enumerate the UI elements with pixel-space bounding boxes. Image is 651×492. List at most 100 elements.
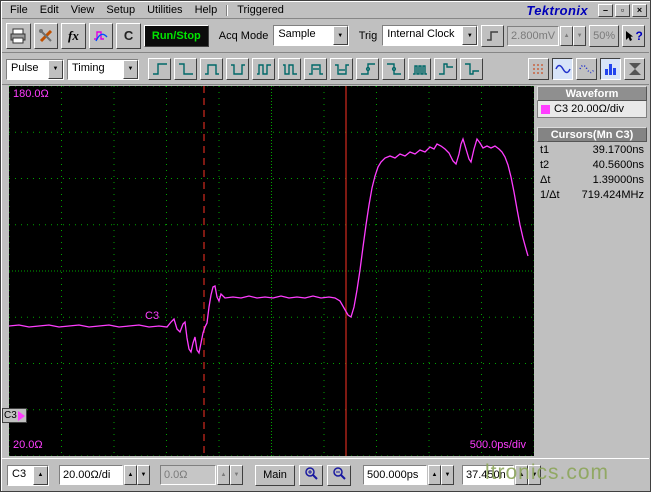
period-icon xyxy=(256,64,271,75)
minimize-button[interactable]: – xyxy=(598,3,613,17)
c3-waveform-trace[interactable] xyxy=(9,137,529,355)
display-colors-button[interactable] xyxy=(88,22,114,49)
positive-width-button[interactable] xyxy=(200,58,223,80)
spin-up-icon[interactable]: ▲ xyxy=(124,465,137,485)
rise-time-button[interactable] xyxy=(148,58,171,80)
trigger-slope-button[interactable] xyxy=(481,24,505,47)
trigger-level-value[interactable]: 2.800mV xyxy=(507,25,560,46)
negative-overshoot-icon xyxy=(464,63,479,75)
frequency-icon xyxy=(282,64,297,75)
persistence-display-button[interactable] xyxy=(576,58,597,80)
menu-setup[interactable]: Setup xyxy=(100,3,141,17)
tektronix-logo: Tektronix xyxy=(526,2,588,18)
negative-crossing-button[interactable] xyxy=(382,58,405,80)
help-button[interactable]: ? xyxy=(622,24,645,47)
zoom-in-button[interactable] xyxy=(299,464,323,486)
vertical-scale-control: 20.00Ω/di ▲ ▼ xyxy=(59,465,150,485)
close-button[interactable]: × xyxy=(632,3,647,17)
zoom-out-button[interactable] xyxy=(327,464,351,486)
menu-view[interactable]: View xyxy=(65,3,101,17)
measurement-group-select[interactable]: Timing ▼ xyxy=(67,58,139,80)
waveform-list-item[interactable]: C3 20.00Ω/div xyxy=(537,101,647,118)
fx-icon: fx xyxy=(68,27,79,43)
zoom-in-icon xyxy=(305,467,318,480)
histogram-icon xyxy=(604,64,616,75)
spin-down-icon[interactable]: ▼ xyxy=(230,465,243,485)
cursors-button[interactable]: C xyxy=(116,22,141,49)
math-button[interactable]: fx xyxy=(61,22,86,49)
vertical-max-label: 180.0Ω xyxy=(13,88,49,100)
spin-up-icon[interactable]: ▲ xyxy=(560,25,574,46)
menu-utilities[interactable]: Utilities xyxy=(141,3,188,17)
positive-duty-button[interactable] xyxy=(304,58,327,80)
spin-up-icon[interactable]: ▲ xyxy=(515,465,528,485)
c-icon: C xyxy=(123,28,134,43)
spin-down-icon[interactable]: ▼ xyxy=(573,25,587,46)
trigger-level-spinner: ▲ ▼ xyxy=(560,25,587,46)
negative-overshoot-button[interactable] xyxy=(460,58,483,80)
trigger-source-select[interactable]: Internal Clock ▼ xyxy=(382,25,479,46)
zoom-out-icon xyxy=(333,467,346,480)
spin-down-icon[interactable]: ▼ xyxy=(137,465,150,485)
dots-display-icon xyxy=(532,64,545,74)
fall-time-icon xyxy=(178,63,193,75)
mask-test-icon xyxy=(628,63,641,75)
period-button[interactable] xyxy=(252,58,275,80)
chevron-down-icon: ▼ xyxy=(123,59,138,79)
trigger-slope-icon xyxy=(487,30,499,41)
histogram-button[interactable] xyxy=(600,58,621,80)
trigger-level-control: 2.800mV ▲ ▼ xyxy=(507,25,587,46)
readout-t1: t1 39.1700ns xyxy=(537,142,647,157)
readout-delta-t: Δt 1.39000ns xyxy=(537,172,647,187)
menu-help[interactable]: Help xyxy=(189,3,224,17)
question-mark-icon: ? xyxy=(635,28,643,43)
menu-edit[interactable]: Edit xyxy=(34,3,65,17)
channel-marker[interactable]: C3 xyxy=(2,408,27,423)
spin-down-icon[interactable]: ▼ xyxy=(528,465,541,485)
print-button[interactable] xyxy=(6,22,31,49)
horizontal-scale-value[interactable]: 500.000ps xyxy=(363,465,427,485)
acq-mode-label: Acq Mode xyxy=(218,29,269,42)
negative-width-button[interactable] xyxy=(226,58,249,80)
positive-crossing-button[interactable] xyxy=(356,58,379,80)
main-timebase-button[interactable]: Main xyxy=(255,464,295,486)
vertical-scale-value[interactable]: 20.00Ω/di xyxy=(59,465,123,485)
run-stop-button[interactable]: Run/Stop xyxy=(143,24,209,47)
burst-width-button[interactable] xyxy=(408,58,431,80)
set-50-button[interactable]: 50% xyxy=(589,24,620,47)
spin-up-icon[interactable]: ▲ xyxy=(428,465,441,485)
negative-duty-button[interactable] xyxy=(330,58,353,80)
waveform-entry-label: C3 20.00Ω/div xyxy=(554,103,624,115)
measurement-category-select[interactable]: Pulse ▼ xyxy=(6,58,64,80)
vertical-min-label: 20.0Ω xyxy=(13,439,43,451)
horizontal-position-value[interactable]: 37.450n xyxy=(462,465,514,485)
measurement-group-value: Timing xyxy=(68,59,123,79)
fall-time-button[interactable] xyxy=(174,58,197,80)
negative-duty-icon xyxy=(334,64,349,75)
readout-label: Δt xyxy=(540,173,551,186)
dots-display-button[interactable] xyxy=(528,58,549,80)
spin-down-icon[interactable]: ▼ xyxy=(441,465,454,485)
menu-separator xyxy=(226,4,229,16)
vertical-offset-value[interactable]: 0.0Ω xyxy=(160,465,216,485)
trigger-status: Triggered xyxy=(237,4,284,16)
tools-button[interactable] xyxy=(33,22,59,49)
channel-select[interactable]: C3 ▲ xyxy=(7,464,49,486)
frequency-button[interactable] xyxy=(278,58,301,80)
spin-up-icon[interactable]: ▲ xyxy=(217,465,230,485)
readout-value: 39.1700ns xyxy=(592,143,644,156)
vector-display-button[interactable] xyxy=(552,58,573,80)
menu-file[interactable]: File xyxy=(4,3,34,17)
acq-mode-select[interactable]: Sample ▼ xyxy=(273,25,349,46)
maximize-button[interactable]: ▫ xyxy=(615,3,630,17)
readout-inverse-delta-t: 1/Δt 719.424MHz xyxy=(537,187,647,202)
readout-label: t1 xyxy=(540,143,550,156)
mask-test-button[interactable] xyxy=(624,58,645,80)
positive-overshoot-button[interactable] xyxy=(434,58,457,80)
readout-label: t2 xyxy=(540,158,550,171)
readout-value: 719.424MHz xyxy=(581,188,644,201)
chevron-up-icon: ▲ xyxy=(33,465,48,485)
horizontal-scale-spinner: ▲ ▼ xyxy=(428,465,454,485)
burst-width-icon xyxy=(412,65,427,75)
vertical-offset-control: 0.0Ω ▲ ▼ xyxy=(160,465,243,485)
